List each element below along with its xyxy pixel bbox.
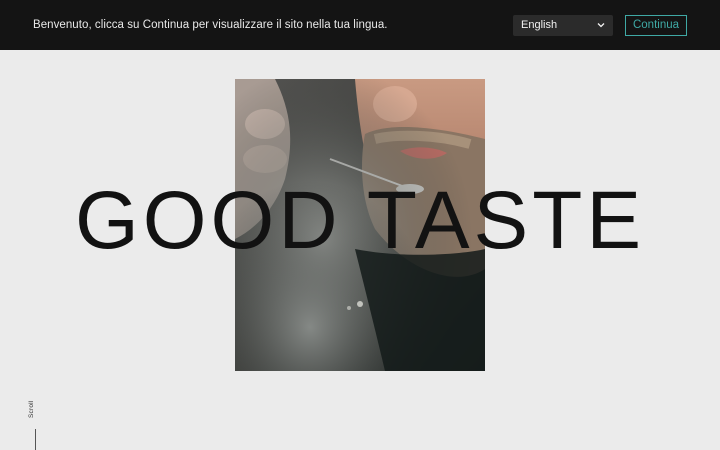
language-banner-message: Benvenuto, clicca su Continua per visual… — [33, 19, 388, 31]
scroll-label: Scroll — [28, 400, 35, 418]
language-banner: Benvenuto, clicca su Continua per visual… — [0, 0, 720, 50]
page: Benvenuto, clicca su Continua per visual… — [0, 0, 720, 450]
scroll-indicator[interactable]: Scroll — [26, 400, 46, 450]
language-select-value: English — [521, 19, 558, 31]
continue-button[interactable]: Continua — [625, 14, 687, 36]
hero-title: GOOD TASTE — [74, 175, 646, 266]
language-select[interactable]: English — [513, 14, 613, 36]
scroll-line — [35, 429, 36, 450]
chevron-down-icon — [596, 20, 606, 30]
